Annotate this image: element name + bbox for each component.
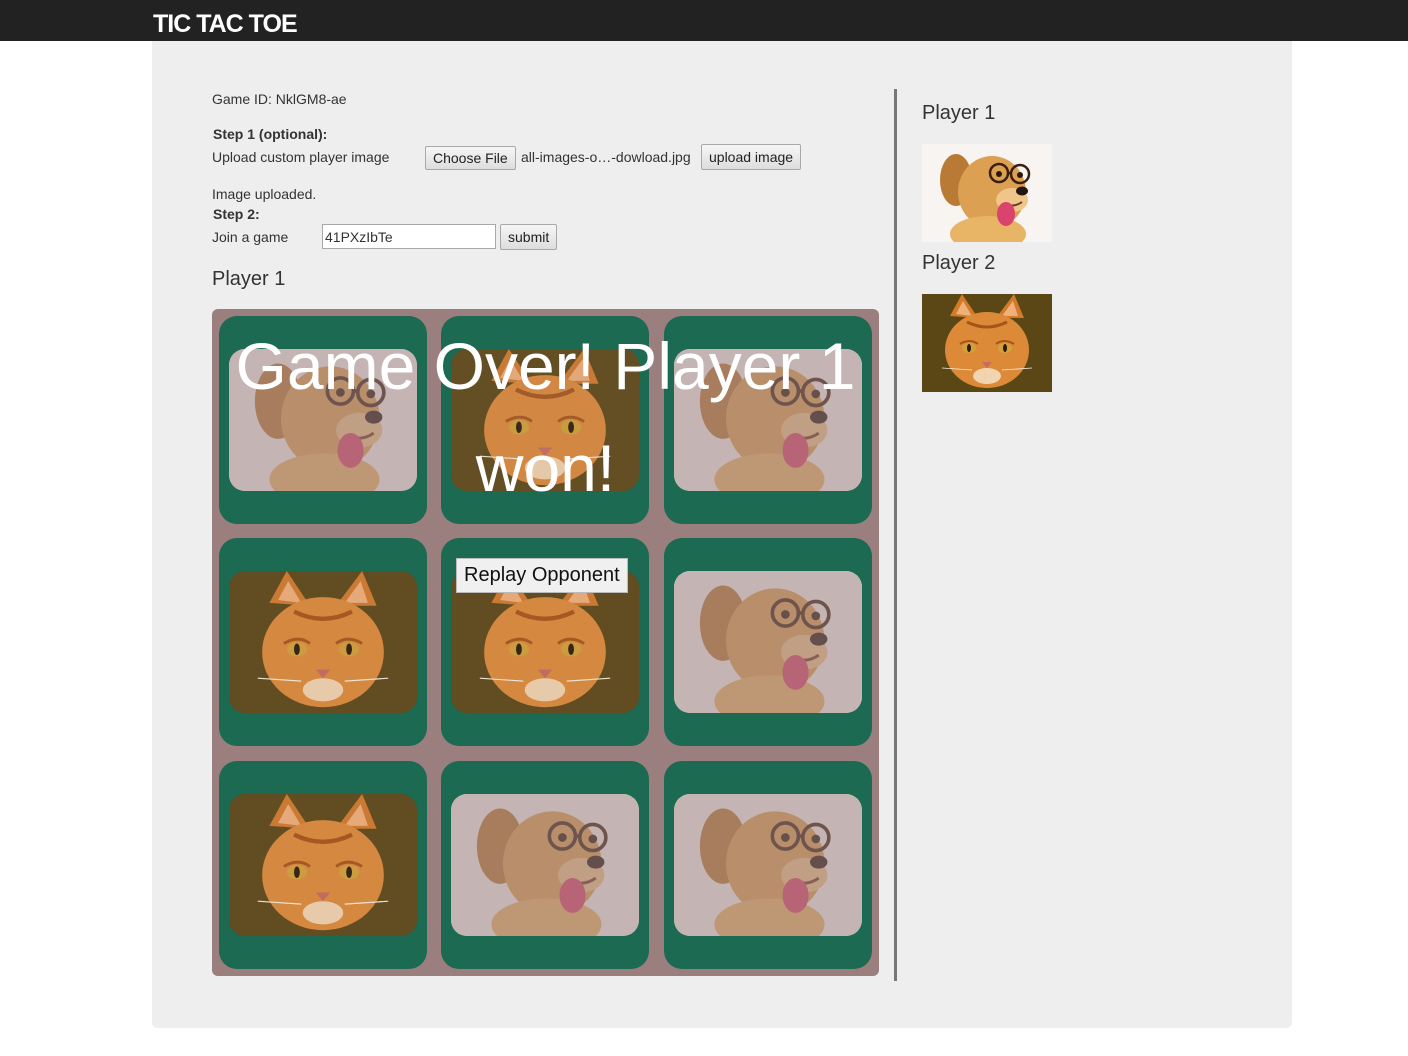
replay-opponent-button[interactable]: Replay Opponent — [456, 558, 628, 593]
dog-piece-image — [674, 571, 862, 713]
upload-image-label: Upload custom player image — [212, 149, 390, 165]
game-code-input[interactable] — [322, 224, 496, 249]
dog-piece-image — [674, 794, 862, 936]
player1-avatar — [922, 144, 1052, 242]
selected-file-name: all-images-o…-dowload.jpg — [521, 149, 691, 165]
cat-piece-image — [229, 571, 417, 713]
main-panel: Game ID: NklGM8-ae Step 1 (optional): Up… — [152, 41, 1292, 1028]
join-game-label: Join a game — [212, 229, 289, 245]
board-cell[interactable] — [219, 538, 427, 746]
dog-piece-image — [451, 794, 639, 936]
game-board: Game Over! Player 1 won! Replay Opponent — [212, 309, 879, 976]
cat-piece-image — [229, 794, 417, 936]
step1-title: Step 1 (optional): — [213, 126, 328, 142]
column-divider — [894, 89, 897, 981]
game-over-message: Game Over! Player 1 won! — [235, 329, 856, 505]
upload-status-text: Image uploaded. — [212, 186, 317, 202]
choose-file-button[interactable]: Choose File — [425, 146, 516, 170]
top-navbar: TIC TAC TOE — [0, 0, 1408, 41]
step2-title: Step 2: — [213, 206, 260, 222]
board-cell[interactable] — [441, 761, 649, 969]
submit-button[interactable]: submit — [500, 224, 558, 250]
current-player-heading: Player 1 — [212, 268, 286, 290]
upload-image-button[interactable]: upload image — [701, 144, 802, 170]
board-cell[interactable] — [219, 761, 427, 969]
board-cell[interactable] — [664, 761, 872, 969]
player2-avatar — [922, 294, 1052, 392]
game-id-text: Game ID: NklGM8-ae — [212, 91, 347, 107]
player2-label: Player 2 — [922, 252, 996, 274]
brand-title[interactable]: TIC TAC TOE — [153, 10, 298, 39]
board-cell[interactable] — [664, 538, 872, 746]
player1-label: Player 1 — [922, 102, 996, 124]
